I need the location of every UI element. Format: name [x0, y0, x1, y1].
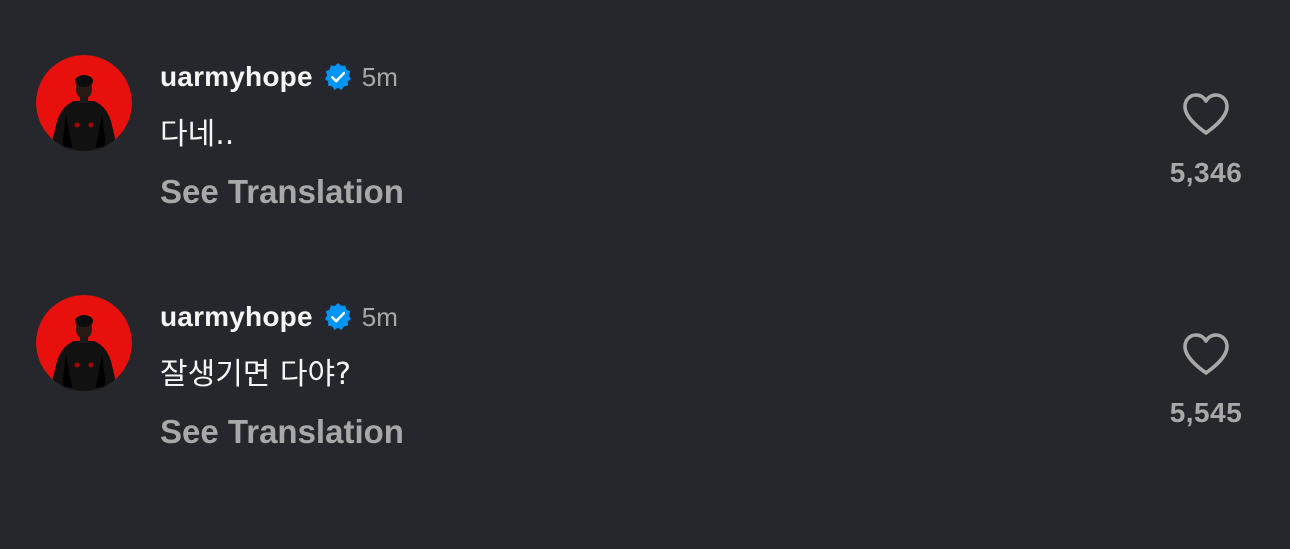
- like-count[interactable]: 5,346: [1160, 157, 1252, 189]
- verified-badge-icon: [323, 302, 353, 332]
- like-count[interactable]: 5,545: [1160, 397, 1252, 429]
- see-translation-button[interactable]: See Translation: [160, 173, 404, 211]
- comment-header: uarmyhope 5m: [160, 59, 398, 95]
- avatar-image: [36, 295, 132, 391]
- comment-text: 다네..: [160, 117, 235, 152]
- avatar[interactable]: [36, 295, 132, 391]
- comment-header: uarmyhope 5m: [160, 299, 398, 335]
- like-section: 5,346: [1160, 91, 1252, 189]
- username[interactable]: uarmyhope: [160, 301, 313, 333]
- verified-badge-icon: [323, 62, 353, 92]
- comment-timestamp: 5m: [361, 301, 398, 332]
- comment-item: uarmyhope 5m 잘생기면 다야? See Translation 5,…: [0, 293, 1290, 463]
- like-section: 5,545: [1160, 331, 1252, 429]
- comment-item: uarmyhope 5m 다네.. See Translation 5,346: [0, 53, 1290, 223]
- avatar[interactable]: [36, 55, 132, 151]
- avatar-image: [36, 55, 132, 151]
- heart-outline-icon[interactable]: [1181, 91, 1231, 137]
- comment-timestamp: 5m: [361, 61, 398, 92]
- comment-text: 잘생기면 다야?: [160, 357, 352, 392]
- heart-outline-icon[interactable]: [1181, 331, 1231, 377]
- comment-list: uarmyhope 5m 다네.. See Translation 5,346: [0, 0, 1290, 549]
- username[interactable]: uarmyhope: [160, 61, 313, 93]
- see-translation-button[interactable]: See Translation: [160, 413, 404, 451]
